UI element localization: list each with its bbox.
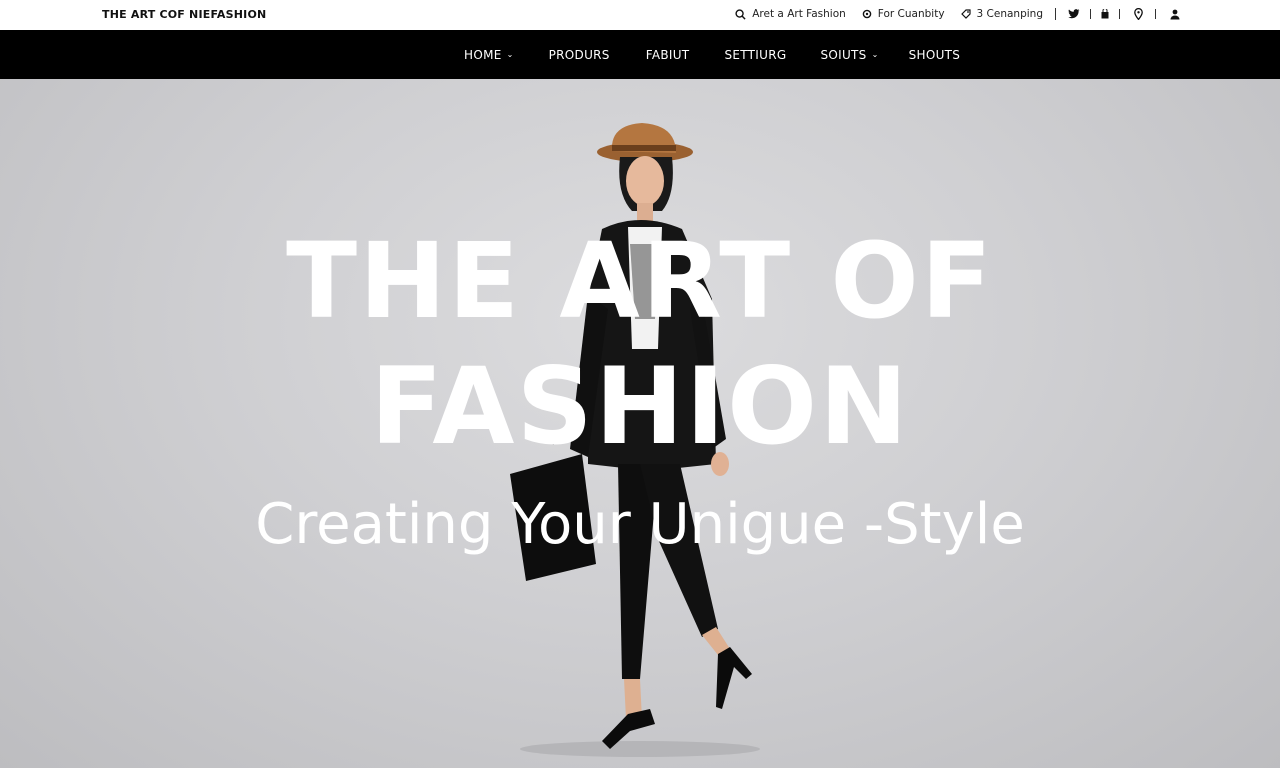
divider <box>1155 9 1156 19</box>
twitter-icon <box>1068 9 1080 19</box>
nav-item-label: FABIUT <box>645 47 690 62</box>
nav-item-label: HOME <box>464 47 502 62</box>
hero-banner: THE ART OF FASHION Creating Your Unigue … <box>0 79 1280 768</box>
gear-icon <box>862 9 872 19</box>
utility-link-label: 3 Cenanping <box>976 8 1043 20</box>
top-utility-bar: THE ART COF NIEFASHION Aret a Art Fashio… <box>0 0 1280 30</box>
twitter-link[interactable] <box>1068 9 1080 19</box>
chevron-down-icon: ⌄ <box>506 50 514 59</box>
search-link[interactable]: Aret a Art Fashion <box>735 8 846 20</box>
nav-item-shouts[interactable]: SHOUTS <box>909 48 961 62</box>
nav-item-label: SOIUTS <box>820 47 867 62</box>
nav-item-label: PRODURS <box>548 47 610 62</box>
utility-links: Aret a Art Fashion For Cuanbity 3 Cenanp… <box>719 6 1180 22</box>
bag-link[interactable] <box>1101 9 1109 19</box>
account-link[interactable] <box>1170 9 1180 20</box>
nav-item-label: SETTIURG <box>724 47 787 62</box>
user-icon <box>1170 9 1180 19</box>
search-label: Aret a Art Fashion <box>752 8 846 20</box>
utility-link-label: For Cuanbity <box>877 8 945 20</box>
site-logo[interactable]: THE ART COF NIEFASHION <box>102 8 266 21</box>
divider <box>1055 8 1056 20</box>
bag-icon <box>1101 9 1109 19</box>
hero-title-line2: FASHION <box>370 345 910 468</box>
utility-link-camping[interactable]: 3 Cenanping <box>960 8 1043 20</box>
nav-item-home[interactable]: HOME ⌄ <box>464 48 514 62</box>
divider <box>1090 9 1091 19</box>
nav-item-fabiut[interactable]: FABIUT <box>646 48 690 62</box>
location-pin-icon <box>1134 8 1143 20</box>
chevron-down-icon: ⌄ <box>871 50 879 59</box>
tag-icon <box>960 9 971 19</box>
nav-item-settiurg[interactable]: SETTIURG <box>724 48 786 62</box>
utility-link-quantity[interactable]: For Cuanbity <box>862 8 945 20</box>
hero-tagline: Creating Your Unigue -Style <box>255 492 1025 557</box>
nav-item-label: SHOUTS <box>908 47 961 62</box>
nav-item-produrs[interactable]: PRODURS <box>549 48 610 62</box>
nav-item-soiuts[interactable]: SOIUTS ⌄ <box>820 48 878 62</box>
location-link[interactable] <box>1134 8 1143 20</box>
nav-list: HOME ⌄ PRODURS FABIUT SETTIURG SOIUTS ⌄ … <box>464 30 960 79</box>
search-icon <box>735 8 746 20</box>
hero-title-line1: THE ART OF <box>286 220 994 342</box>
divider <box>1119 9 1120 19</box>
main-nav: HOME ⌄ PRODURS FABIUT SETTIURG SOIUTS ⌄ … <box>0 30 1280 79</box>
